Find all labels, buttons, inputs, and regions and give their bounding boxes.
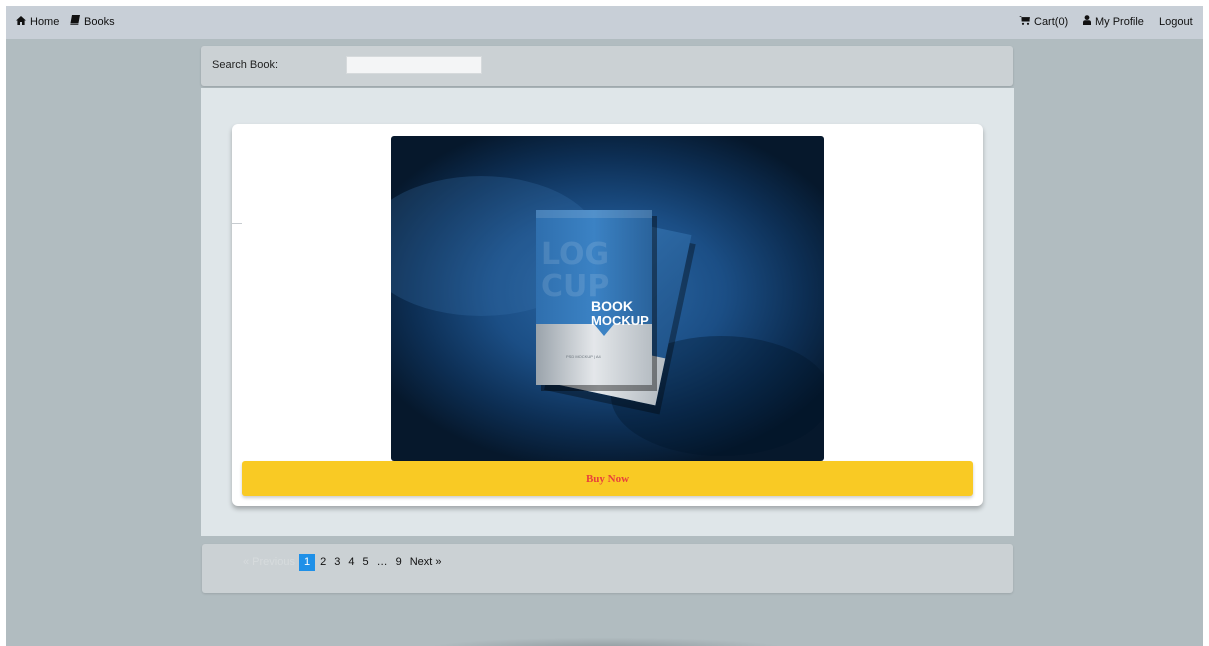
pagination: « Previous 1 2 3 4 5 … 9 Next » xyxy=(239,554,446,571)
nav-cart-label: Cart(0) xyxy=(1034,16,1069,28)
nav-logout-label: Logout xyxy=(1159,16,1193,28)
search-panel: Search Book: xyxy=(201,46,1013,86)
pagination-next[interactable]: Next » xyxy=(406,554,446,571)
book-cover-image[interactable]: LOG CUP BOOK MOCKUP PSD MOCKUP | A4 xyxy=(391,136,824,461)
cover-caption: PSD MOCKUP | A4 xyxy=(566,354,602,359)
cover-title-line2: MOCKUP xyxy=(591,313,649,328)
nav-books-link[interactable]: Books xyxy=(70,6,115,39)
nav-home-label: Home xyxy=(30,16,60,28)
card-divider xyxy=(232,223,242,224)
svg-text:LOG: LOG xyxy=(541,237,609,272)
cart-icon xyxy=(1019,6,1030,39)
cover-title-line1: BOOK xyxy=(591,298,633,314)
top-navbar: Home Books Cart(0) My Profile Logout xyxy=(6,6,1203,39)
nav-profile-link[interactable]: My Profile xyxy=(1083,6,1144,39)
book-icon xyxy=(70,6,80,39)
nav-books-label: Books xyxy=(84,16,115,28)
pagination-panel: « Previous 1 2 3 4 5 … 9 Next » xyxy=(202,544,1013,593)
content-area: LOG CUP BOOK MOCKUP PSD MOCKUP | A4 Buy … xyxy=(201,88,1014,536)
nav-profile-label: My Profile xyxy=(1095,16,1144,28)
nav-cart-link[interactable]: Cart(0) xyxy=(1019,6,1068,39)
pagination-page-2[interactable]: 2 xyxy=(316,554,330,571)
search-label: Search Book: xyxy=(212,59,279,71)
pagination-page-4[interactable]: 4 xyxy=(344,554,358,571)
pagination-previous: « Previous xyxy=(243,556,295,568)
nav-logout-link[interactable]: Logout xyxy=(1159,6,1193,39)
home-icon xyxy=(16,6,26,39)
pagination-page-9[interactable]: 9 xyxy=(392,554,406,571)
book-card: LOG CUP BOOK MOCKUP PSD MOCKUP | A4 Buy … xyxy=(232,124,983,506)
pagination-ellipsis: … xyxy=(376,556,388,568)
buy-now-button[interactable]: Buy Now xyxy=(242,461,973,496)
pagination-page-5[interactable]: 5 xyxy=(358,554,372,571)
app-frame: Home Books Cart(0) My Profile Logout Sea… xyxy=(6,6,1203,646)
pagination-page-3[interactable]: 3 xyxy=(330,554,344,571)
search-input[interactable] xyxy=(346,56,482,74)
bottom-shadow xyxy=(351,624,861,646)
nav-home-link[interactable]: Home xyxy=(16,6,59,39)
pagination-page-1[interactable]: 1 xyxy=(298,554,316,571)
user-icon xyxy=(1083,6,1091,39)
